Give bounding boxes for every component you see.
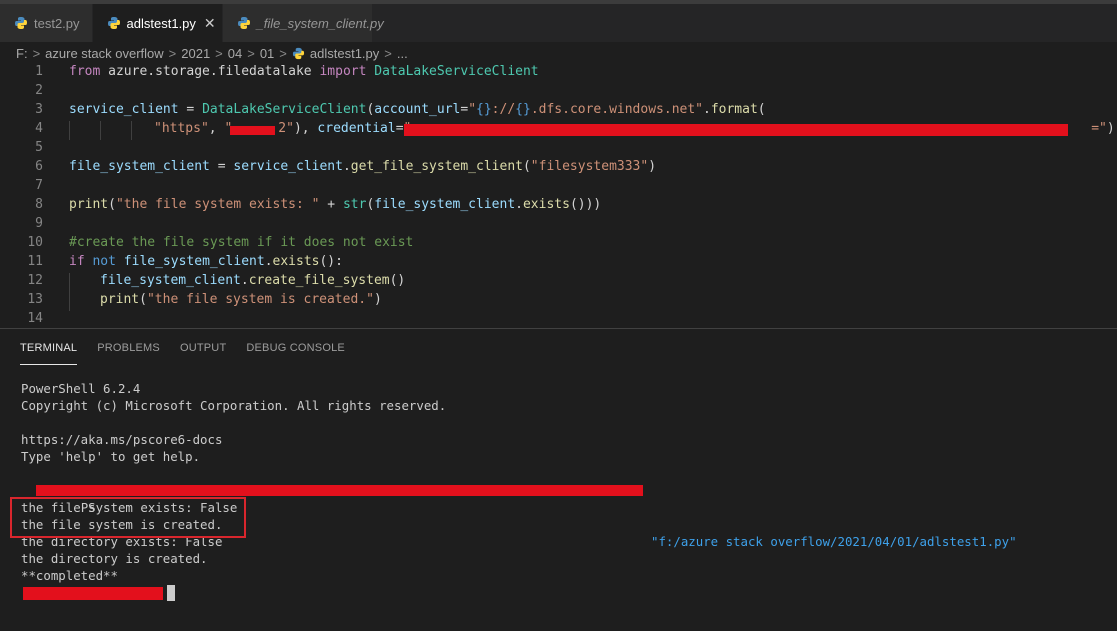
redaction-mark [23,587,163,600]
code-line: 8 print("the file system exists: " + str… [0,197,1117,216]
code-line: 4 "https", "2"), credential="s=") [0,121,1117,140]
terminal-line: Type 'help' to get help. [21,449,201,464]
vscode-window: test2.py adlstest1.py ✕ _file_system_cli… [0,0,1117,631]
terminal-line: the directory is created. [21,551,208,566]
code-text: file_system_client = service_client.get_… [69,159,657,174]
breadcrumb-separator: > [32,45,41,61]
editor-tab-bar: test2.py adlstest1.py ✕ _file_system_cli… [0,0,1117,42]
terminal-script-path: "f:/azure stack overflow/2021/04/01/adls… [651,534,1017,549]
python-icon [107,16,121,30]
code-line: 11 if not file_system_client.exists(): [0,254,1117,273]
breadcrumb-item[interactable]: 2021 [181,46,210,61]
panel-tabs: TERMINAL PROBLEMS OUTPUT DEBUG CONSOLE [20,342,365,365]
close-icon[interactable]: ✕ [204,15,216,32]
line-number: 2 [35,83,43,98]
breadcrumb-separator: > [384,45,392,61]
line-number: 10 [27,235,43,250]
tab-label: adlstest1.py [126,15,196,31]
terminal-cursor [167,585,175,601]
terminal-line: Copyright (c) Microsoft Corporation. All… [21,398,447,413]
code-text: print("the file system is created.") [100,292,382,307]
code-text: from azure.storage.filedatalake import D… [69,64,539,79]
terminal-line: https://aka.ms/pscore6-docs [21,432,223,447]
indent-guide [131,121,132,140]
breadcrumb-separator: > [168,45,177,61]
breadcrumb-item[interactable]: F: [16,46,28,61]
indent-guide [69,273,70,292]
code-text: service_client = DataLakeServiceClient(a… [69,102,766,117]
tab-terminal[interactable]: TERMINAL [20,342,78,365]
code-line: 10 #create the file system if it does no… [0,235,1117,254]
breadcrumb: F: > azure stack overflow > 2021 > 04 > … [16,44,408,62]
line-number: 7 [35,178,43,193]
code-line: 12 file_system_client.create_file_system… [0,273,1117,292]
code-text: print("the file system exists: " + str(f… [69,197,602,212]
breadcrumb-item[interactable]: 01 [260,46,274,61]
breadcrumb-separator: > [215,45,223,61]
code-line: 13 print("the file system is created.") [0,292,1117,311]
code-comment: #create the file system if it does not e… [69,235,414,250]
breadcrumb-item[interactable]: 04 [228,46,242,61]
line-number: 14 [27,311,43,326]
tab-label: _file_system_client.py [256,15,384,31]
code-text: file_system_client.create_file_system() [100,273,406,288]
code-line: 2 [0,83,1117,102]
line-number: 5 [35,140,43,155]
bottom-panel: TERMINAL PROBLEMS OUTPUT DEBUG CONSOLE P… [0,328,1117,631]
redaction-mark [404,124,1068,136]
tab-test2-py[interactable]: test2.py [0,4,93,42]
code-line: 9 [0,216,1117,235]
breadcrumb-separator: > [247,45,255,61]
python-icon [237,16,251,30]
line-number: 8 [35,197,43,212]
line-number: 4 [35,121,43,136]
line-number: 12 [27,273,43,288]
breadcrumb-separator: > [279,45,287,61]
code-line: 1 from azure.storage.filedatalake import… [0,64,1117,83]
code-text: if not file_system_client.exists(): [69,254,343,269]
code-line: 5 [0,140,1117,159]
indent-guide [69,121,70,140]
code-line: 3 service_client = DataLakeServiceClient… [0,102,1117,121]
tab-debug-console[interactable]: DEBUG CONSOLE [246,342,345,364]
tab-file-system-client-py[interactable]: _file_system_client.py [222,4,384,42]
tab-output[interactable]: OUTPUT [180,342,226,364]
terminal-prompt-line [21,584,446,601]
line-number: 1 [35,64,43,79]
code-line: 6 file_system_client = service_client.ge… [0,159,1117,178]
highlight-annotation-box [10,497,246,538]
line-number: 11 [27,254,43,269]
breadcrumb-item[interactable]: ... [397,46,408,61]
indent-guide [100,121,101,140]
code-line: 7 [0,178,1117,197]
terminal-line: PowerShell 6.2.4 [21,381,141,396]
line-number: 9 [35,216,43,231]
breadcrumb-item[interactable]: azure stack overflow [45,46,164,61]
breadcrumb-item[interactable]: adlstest1.py [310,46,379,61]
redaction-mark [230,126,275,135]
tab-adlstest1-py[interactable]: adlstest1.py ✕ [92,4,223,42]
tab-problems[interactable]: PROBLEMS [97,342,160,364]
indent-guide [69,292,70,311]
line-number: 13 [27,292,43,307]
code-editor[interactable]: 1 from azure.storage.filedatalake import… [0,62,1117,328]
line-number: 6 [35,159,43,174]
python-icon [14,16,28,30]
line-number: 3 [35,102,43,117]
python-icon [292,47,305,60]
terminal-output[interactable]: PowerShell 6.2.4 Copyright (c) Microsoft… [21,380,1017,601]
redaction-mark [36,485,643,496]
tab-label: test2.py [34,15,80,31]
terminal-line: **completed** [21,568,118,583]
